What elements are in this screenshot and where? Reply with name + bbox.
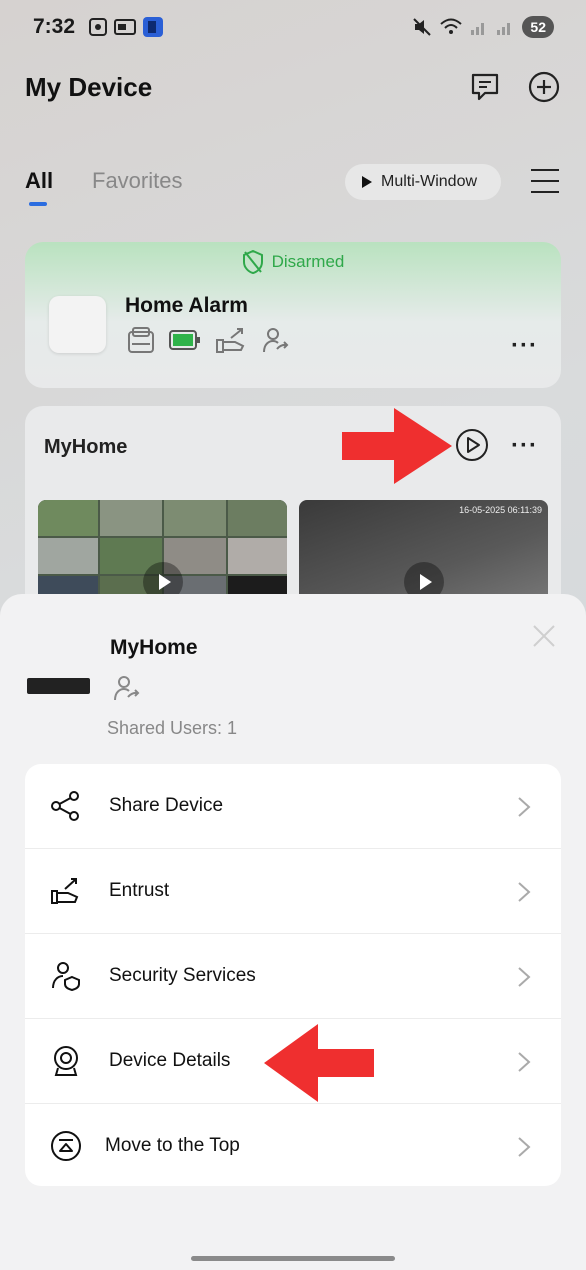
option-label: Move to the Top (105, 1135, 240, 1156)
card-icon (114, 19, 136, 35)
options-list: Share Device Entrust Security Services D… (25, 764, 561, 1186)
shared-users-count: Shared Users: 1 (107, 718, 238, 738)
option-label: Share Device (109, 795, 224, 816)
alarm-more-icon[interactable]: ··· (511, 332, 538, 360)
annotation-arrow-left (264, 1024, 374, 1102)
device-name: MyHome (110, 636, 198, 659)
nvr-device-image (27, 678, 90, 694)
tab-all[interactable]: All (25, 168, 53, 194)
disarmed-status: Disarmed (25, 250, 561, 274)
entrust-hand-icon (51, 878, 79, 904)
shared-user-icon (263, 328, 289, 353)
battery-indicator: 52 (522, 16, 554, 38)
option-security-services[interactable]: Security Services (25, 934, 561, 1019)
thumbnail-timestamp: 16-05-2025 06:11:39 (459, 505, 542, 515)
chevron-right-icon (518, 882, 531, 902)
tab-underline (29, 202, 47, 206)
list-menu-icon[interactable] (531, 168, 559, 194)
annotation-arrow-right (342, 408, 452, 484)
chat-icon[interactable] (468, 70, 502, 104)
disarmed-label: Disarmed (271, 252, 345, 271)
signal-icon-2 (497, 23, 511, 35)
battery-full-icon (169, 330, 200, 350)
shield-off-icon (242, 250, 263, 274)
option-share-device[interactable]: Share Device (25, 764, 561, 849)
user-shield-icon (52, 962, 80, 992)
page-title: My Device (25, 72, 153, 102)
share-icon (51, 791, 79, 821)
status-right-icons: 52 (412, 16, 554, 38)
option-entrust[interactable]: Entrust (25, 849, 561, 934)
option-label: Device Details (109, 1050, 231, 1071)
multi-window-label: Multi-Window (381, 173, 478, 190)
device-action-sheet: MyHome Shared Users: 1 Share Device Entr… (0, 594, 586, 1270)
home-indicator[interactable] (191, 1256, 395, 1261)
status-time: 7:32 (33, 15, 76, 38)
home-alarm-card[interactable]: Disarmed Home Alarm ··· (25, 242, 561, 388)
mute-icon (413, 18, 432, 36)
tab-favorites[interactable]: Favorites (92, 168, 182, 194)
camera-icon (54, 1046, 78, 1076)
myhome-more-icon[interactable]: ··· (511, 432, 538, 460)
play-circle-icon[interactable] (455, 428, 489, 462)
chevron-right-icon (518, 1137, 531, 1157)
entrust-hand-icon (216, 328, 245, 353)
multi-window-button[interactable]: Multi-Window (345, 164, 501, 200)
app-icon (143, 17, 163, 37)
option-label: Security Services (109, 965, 256, 986)
play-icon (362, 176, 372, 188)
myhome-title: MyHome (44, 436, 128, 458)
plus-circle-icon[interactable] (527, 70, 561, 104)
close-icon[interactable] (532, 624, 556, 648)
alarm-title: Home Alarm (125, 294, 248, 317)
chevron-right-icon (518, 967, 531, 987)
option-label: Entrust (109, 880, 170, 901)
screenshot-icon (89, 18, 107, 36)
chevron-right-icon (518, 1052, 531, 1072)
alarm-hub-image (49, 296, 106, 353)
myhome-card[interactable]: MyHome ··· 16-05-2025 06:11:39 (25, 406, 561, 626)
status-bar: 7:32 52 (0, 0, 586, 56)
chevron-right-icon (518, 797, 531, 817)
tab-bar: All Favorites Multi-Window (25, 160, 561, 210)
signal-icon (471, 23, 485, 35)
alarm-status-icons (127, 326, 289, 354)
move-top-icon (51, 1131, 81, 1161)
shared-user-icon (114, 676, 140, 701)
status-left-icons (88, 16, 164, 38)
option-move-to-top[interactable]: Move to the Top (25, 1104, 561, 1189)
hub-icon (128, 327, 154, 353)
wifi-icon (440, 18, 463, 34)
app-header: My Device (25, 66, 561, 110)
